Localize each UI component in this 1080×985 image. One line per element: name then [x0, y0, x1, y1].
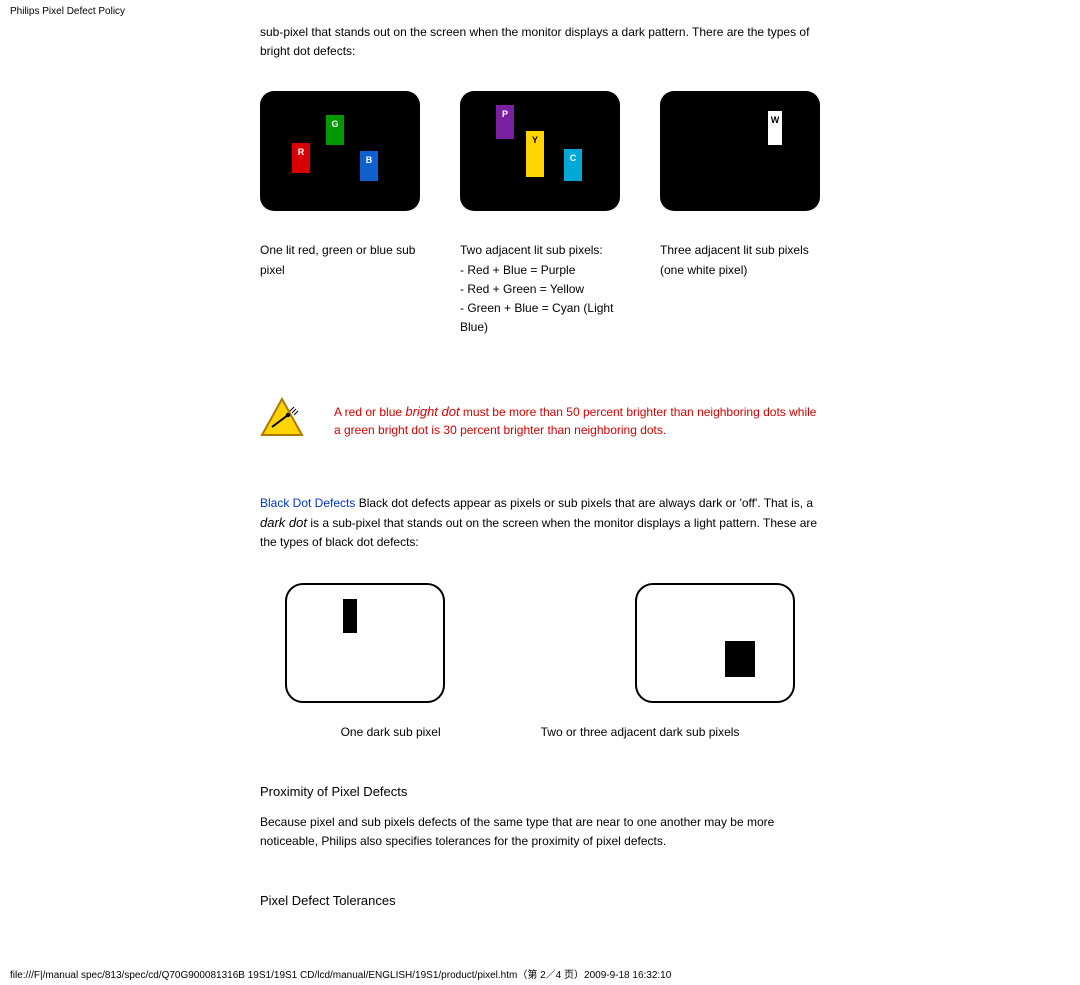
black-dot-paragraph: Black Dot Defects Black dot defects appe…	[260, 494, 820, 553]
warning-icon	[260, 397, 304, 443]
dark-single-monitor	[285, 583, 445, 703]
dark-multi-monitor	[635, 583, 795, 703]
bright-rgb-monitor: R G B	[260, 91, 420, 211]
page-header: Philips Pixel Defect Policy	[0, 0, 1080, 23]
dark-dot-figure-row	[260, 583, 820, 703]
warning-note: A red or blue bright dot must be more th…	[260, 397, 820, 443]
bright-dot-figure-row: R G B P Y C W	[260, 91, 820, 211]
intro-paragraph: sub-pixel that stands out on the screen …	[260, 23, 820, 61]
subpixel-green: G	[326, 115, 344, 145]
tolerances-title: Pixel Defect Tolerances	[260, 891, 820, 912]
dark-dot-captions: One dark sub pixel Two or three adjacent…	[260, 723, 820, 742]
dark-subpixel-single	[343, 599, 357, 633]
page-container: sub-pixel that stands out on the screen …	[0, 23, 1080, 962]
dark-caption-1: One dark sub pixel	[341, 723, 441, 742]
content-area: sub-pixel that stands out on the screen …	[40, 23, 1040, 962]
subpixel-yellow: Y	[526, 131, 544, 177]
bright-white-monitor: W	[660, 91, 820, 211]
subpixel-cyan: C	[564, 149, 582, 181]
bright-caption-2: Two adjacent lit sub pixels: - Red + Blu…	[460, 241, 620, 337]
subpixel-red: R	[292, 143, 310, 173]
black-dot-title: Black Dot Defects	[260, 496, 355, 510]
dark-caption-2: Two or three adjacent dark sub pixels	[541, 723, 740, 742]
bright-dot-captions: One lit red, green or blue sub pixel Two…	[260, 241, 820, 337]
warning-text: A red or blue bright dot must be more th…	[334, 402, 820, 440]
footer-path: file:///F|/manual spec/813/spec/cd/Q70G9…	[0, 962, 1080, 985]
subpixel-purple: P	[496, 105, 514, 139]
proximity-title: Proximity of Pixel Defects	[260, 782, 820, 803]
bright-pyc-monitor: P Y C	[460, 91, 620, 211]
subpixel-blue: B	[360, 151, 378, 181]
subpixel-white: W	[768, 111, 782, 145]
bright-caption-3: Three adjacent lit sub pixels (one white…	[660, 241, 820, 337]
dark-subpixel-block	[725, 641, 755, 677]
proximity-body: Because pixel and sub pixels defects of …	[260, 813, 820, 851]
bright-caption-1: One lit red, green or blue sub pixel	[260, 241, 420, 337]
